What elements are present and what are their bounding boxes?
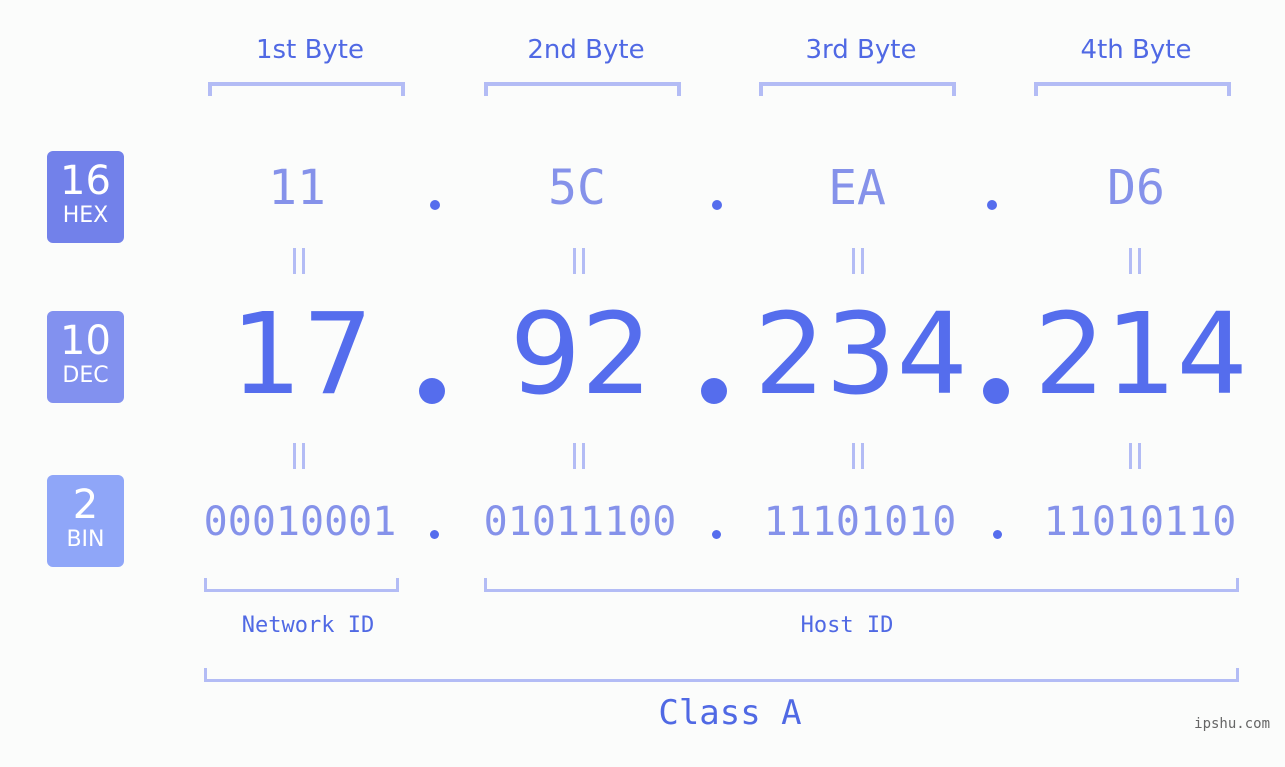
hex-byte-2: 5C: [548, 160, 606, 216]
equals-icon: [291, 443, 307, 469]
dec-byte-3: 234: [754, 290, 968, 420]
equals-icon: [850, 443, 866, 469]
bin-badge: 2 BIN: [47, 475, 124, 567]
bin-separator-dot: [712, 530, 721, 539]
dec-separator-dot: [701, 378, 727, 404]
bin-base: 2: [72, 482, 99, 528]
hex-badge: 16 HEX: [47, 151, 124, 243]
dec-byte-1: 17: [230, 290, 374, 420]
network-id-label: Network ID: [241, 613, 375, 638]
equals-icon: [291, 248, 307, 274]
equals-icon: [1127, 443, 1143, 469]
dec-separator-dot: [419, 378, 445, 404]
hex-label: HEX: [62, 203, 109, 228]
bin-label: BIN: [66, 527, 105, 552]
byte-bracket-1: [208, 82, 405, 96]
class-bracket: [204, 668, 1239, 682]
equals-icon: [1127, 248, 1143, 274]
byte-bracket-4: [1034, 82, 1231, 96]
dec-byte-2: 92: [509, 290, 653, 420]
bin-separator-dot: [430, 530, 439, 539]
byte-header-4: 4th Byte: [1080, 35, 1192, 65]
hex-base: 16: [60, 158, 111, 204]
network-id-bracket: [204, 578, 399, 592]
hex-separator-dot: [430, 200, 440, 210]
byte-header-3: 3rd Byte: [805, 35, 917, 65]
dec-label: DEC: [62, 363, 109, 388]
bin-separator-dot: [993, 530, 1002, 539]
dec-separator-dot: [983, 378, 1009, 404]
hex-byte-3: EA: [828, 160, 886, 216]
byte-header-1: 1st Byte: [256, 35, 364, 65]
host-id-label: Host ID: [800, 613, 894, 638]
hex-byte-1: 11: [268, 160, 326, 216]
bin-byte-3: 11101010: [763, 499, 957, 545]
byte-bracket-3: [759, 82, 956, 96]
equals-icon: [571, 248, 587, 274]
dec-byte-4: 214: [1034, 290, 1248, 420]
bin-byte-1: 00010001: [203, 499, 397, 545]
host-id-bracket: [484, 578, 1239, 592]
equals-icon: [571, 443, 587, 469]
hex-separator-dot: [987, 200, 997, 210]
hex-separator-dot: [712, 200, 722, 210]
bin-byte-2: 01011100: [483, 499, 677, 545]
brand-watermark: ipshu.com: [1194, 716, 1270, 732]
dec-base: 10: [60, 318, 111, 364]
equals-icon: [850, 248, 866, 274]
byte-header-2: 2nd Byte: [527, 35, 645, 65]
byte-bracket-2: [484, 82, 681, 96]
dec-badge: 10 DEC: [47, 311, 124, 403]
hex-byte-4: D6: [1107, 160, 1165, 216]
bin-byte-4: 11010110: [1043, 499, 1237, 545]
ip-class-label: Class A: [658, 693, 802, 733]
